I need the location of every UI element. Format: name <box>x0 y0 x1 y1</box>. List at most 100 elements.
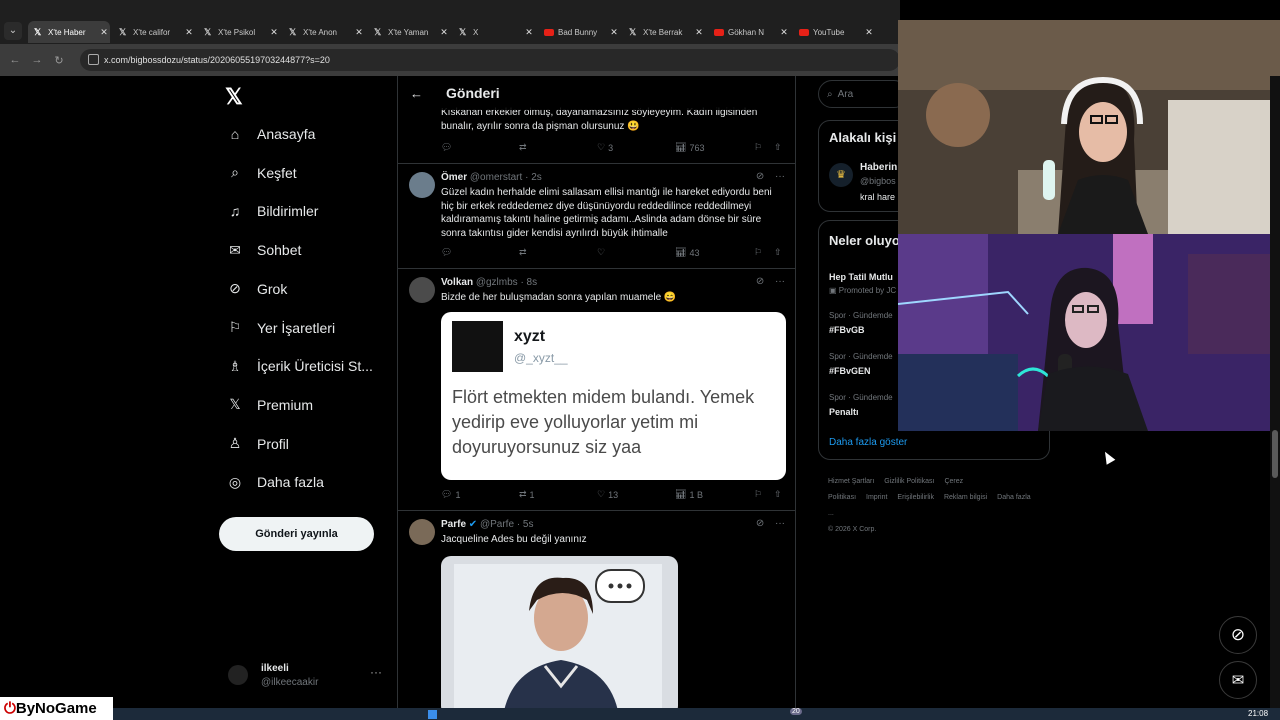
show-more-link[interactable]: Daha fazla göster <box>829 437 907 448</box>
trend-item[interactable]: Spor · Gündemde Penaltı <box>829 393 893 417</box>
tweet-image-quote[interactable]: xyzt @_xyzt__ Flört etmekten midem bulan… <box>441 312 786 480</box>
footer-link[interactable]: Gizlilik Politikası <box>884 478 934 485</box>
related-avatar[interactable]: ♛ <box>829 163 853 187</box>
sidebar-item[interactable]: ◎ Daha fazla <box>226 470 324 494</box>
bookmark-icon[interactable]: ⚐ <box>754 142 762 153</box>
forward-nav-icon[interactable]: → <box>26 54 48 66</box>
like-button[interactable]: ♡ 3 <box>597 142 613 153</box>
share-icon[interactable]: ⇧ <box>774 142 782 153</box>
author-name[interactable]: Ömer <box>441 172 467 183</box>
browser-tab[interactable]: 𝕏 X'te califor ✕ <box>113 21 195 43</box>
close-tab-icon[interactable]: ✕ <box>98 27 110 38</box>
sidebar-item[interactable]: ⚐ Yer İşaretleri <box>226 316 335 340</box>
tab-search-dropdown[interactable]: ⌄ <box>4 22 22 40</box>
sidebar-item[interactable]: ⌂ Anasayfa <box>226 122 316 146</box>
close-tab-icon[interactable]: ✕ <box>608 27 620 38</box>
tweet[interactable]: Parfe ✔ @Parfe · 5s ⊘ ··· Jacqueline Ade… <box>398 511 795 720</box>
tweet[interactable]: Ömer @omerstart · 2s ⊘ ··· Güzel kadın h… <box>398 164 795 269</box>
bynogame-logo-icon: ⏻ <box>4 700 16 717</box>
trend-item-promoted[interactable]: Hep Tatil Mutlu ▣ Promoted by JC <box>829 267 896 295</box>
browser-tab[interactable]: 𝕏 X'te Psikol ✕ <box>198 21 280 43</box>
avatar[interactable] <box>409 172 435 198</box>
bookmark-icon[interactable]: ⚐ <box>754 489 762 500</box>
footer-link[interactable]: Erişilebilirlik <box>897 494 934 501</box>
sidebar-item[interactable]: ✉ Sohbet <box>226 238 301 262</box>
browser-tab[interactable]: 𝕏 X'te Berrak ✕ <box>623 21 705 43</box>
bookmark-icon[interactable]: ⚐ <box>754 247 762 258</box>
avatar[interactable] <box>409 277 435 303</box>
like-icon[interactable]: ♡ <box>597 247 605 258</box>
author-name[interactable]: Volkan <box>441 277 473 288</box>
related-name[interactable]: Haberin <box>860 162 897 173</box>
share-icon[interactable]: ⇧ <box>774 247 782 258</box>
quote-author-name: xyzt <box>514 328 546 345</box>
sidebar-item[interactable]: ♗ İçerik Üreticisi St... <box>226 354 373 378</box>
reply-icon[interactable]: 💬︎ <box>441 142 452 153</box>
reply-button[interactable]: 💬︎ 1 <box>441 489 460 500</box>
close-tab-icon[interactable]: ✕ <box>438 27 450 38</box>
x-logo-icon[interactable]: 𝕏 <box>225 84 243 110</box>
share-icon[interactable]: ⇧ <box>774 489 782 500</box>
site-info-icon[interactable] <box>88 54 99 65</box>
footer-link[interactable]: Hizmet Şartları <box>828 478 874 485</box>
retweet-button[interactable]: ⇄ 1 <box>519 489 535 500</box>
trend-title: Hep Tatil Mutlu <box>829 272 893 282</box>
views-button[interactable]: 📊︎ 763 <box>675 142 704 153</box>
sidebar-item[interactable]: ⊘ Grok <box>226 277 287 301</box>
retweet-icon[interactable]: ⇄ <box>519 247 527 258</box>
browser-tab[interactable]: YouTube ✕ <box>793 21 875 43</box>
search-input[interactable]: ⌕ Ara <box>818 80 908 108</box>
close-tab-icon[interactable]: ✕ <box>863 27 875 38</box>
windows-start-icon[interactable] <box>428 710 437 719</box>
browser-tab[interactable]: 𝕏 X'te Haber ✕ <box>28 21 110 43</box>
grok-icon[interactable]: ⊘ <box>756 171 764 182</box>
close-tab-icon[interactable]: ✕ <box>693 27 705 38</box>
avatar[interactable] <box>409 519 435 545</box>
close-tab-icon[interactable]: ✕ <box>268 27 280 38</box>
scrollbar-thumb[interactable] <box>1272 430 1278 478</box>
sidebar-item[interactable]: 𝕏 Premium <box>226 393 313 417</box>
views-button[interactable]: 📊︎ 43 <box>675 247 699 258</box>
url-field[interactable]: x.com/bigbossdozu/status/202060551970324… <box>80 49 900 71</box>
post-button[interactable]: Gönderi yayınla <box>219 517 374 551</box>
footer-links: Hizmet Şartları Gizlilik Politikası Çerez … <box>828 474 1048 538</box>
close-tab-icon[interactable]: ✕ <box>523 27 535 38</box>
tweet-photo[interactable] <box>441 556 678 716</box>
back-nav-icon[interactable]: ← <box>4 54 26 66</box>
close-tab-icon[interactable]: ✕ <box>778 27 790 38</box>
sidebar-item[interactable]: ♫ Bildirimler <box>226 199 319 223</box>
page-scrollbar[interactable] <box>1270 76 1280 708</box>
sidebar-item[interactable]: ⌕ Keşfet <box>226 161 297 185</box>
browser-tab[interactable]: Bad Bunny ✕ <box>538 21 620 43</box>
more-icon[interactable]: ··· <box>775 276 785 287</box>
messages-fab-button[interactable]: ✉ <box>1219 661 1257 699</box>
browser-tab[interactable]: 𝕏 X'te Yaman ✕ <box>368 21 450 43</box>
reload-icon[interactable]: ↻ <box>48 54 70 67</box>
trend-item[interactable]: Spor · Gündemde #FBvGB <box>829 311 893 335</box>
grok-icon[interactable]: ⊘ <box>756 276 764 287</box>
reply-icon[interactable]: 💬︎ <box>441 247 452 258</box>
tweet[interactable]: Volkan @gzlmbs · 8s ⊘ ··· Bizde de her b… <box>398 269 795 511</box>
like-button[interactable]: ♡ 13 <box>597 489 618 500</box>
close-tab-icon[interactable]: ✕ <box>183 27 195 38</box>
more-icon[interactable]: ··· <box>370 665 382 679</box>
more-icon[interactable]: ··· <box>775 171 785 182</box>
views-button[interactable]: 📊︎ 1 B <box>675 489 703 500</box>
address-bar-row: ← → ↻ x.com/bigbossdozu/status/202060551… <box>0 44 900 76</box>
grok-fab-button[interactable]: ⊘ <box>1219 616 1257 654</box>
footer-link[interactable]: Imprint <box>866 494 887 501</box>
retweet-icon[interactable]: ⇄ <box>519 142 527 153</box>
trend-item[interactable]: Spor · Gündemde #FBvGEN <box>829 352 893 376</box>
close-tab-icon[interactable]: ✕ <box>353 27 365 38</box>
back-arrow-icon[interactable]: ← <box>410 86 428 101</box>
browser-tab[interactable]: 𝕏 X'te Anon ✕ <box>283 21 365 43</box>
footer-link[interactable]: Reklam bilgisi <box>944 494 987 501</box>
grok-icon[interactable]: ⊘ <box>756 518 764 529</box>
browser-tab[interactable]: 𝕏 X ✕ <box>453 21 535 43</box>
author-name[interactable]: Parfe <box>441 519 466 530</box>
account-switcher[interactable]: ilkeeli @ilkeecaakir ··· <box>228 661 388 691</box>
tab-label: Bad Bunny <box>558 27 598 37</box>
browser-tab[interactable]: Gökhan N ✕ <box>708 21 790 43</box>
more-icon[interactable]: ··· <box>775 518 785 529</box>
sidebar-item[interactable]: ♙ Profil <box>226 432 289 456</box>
